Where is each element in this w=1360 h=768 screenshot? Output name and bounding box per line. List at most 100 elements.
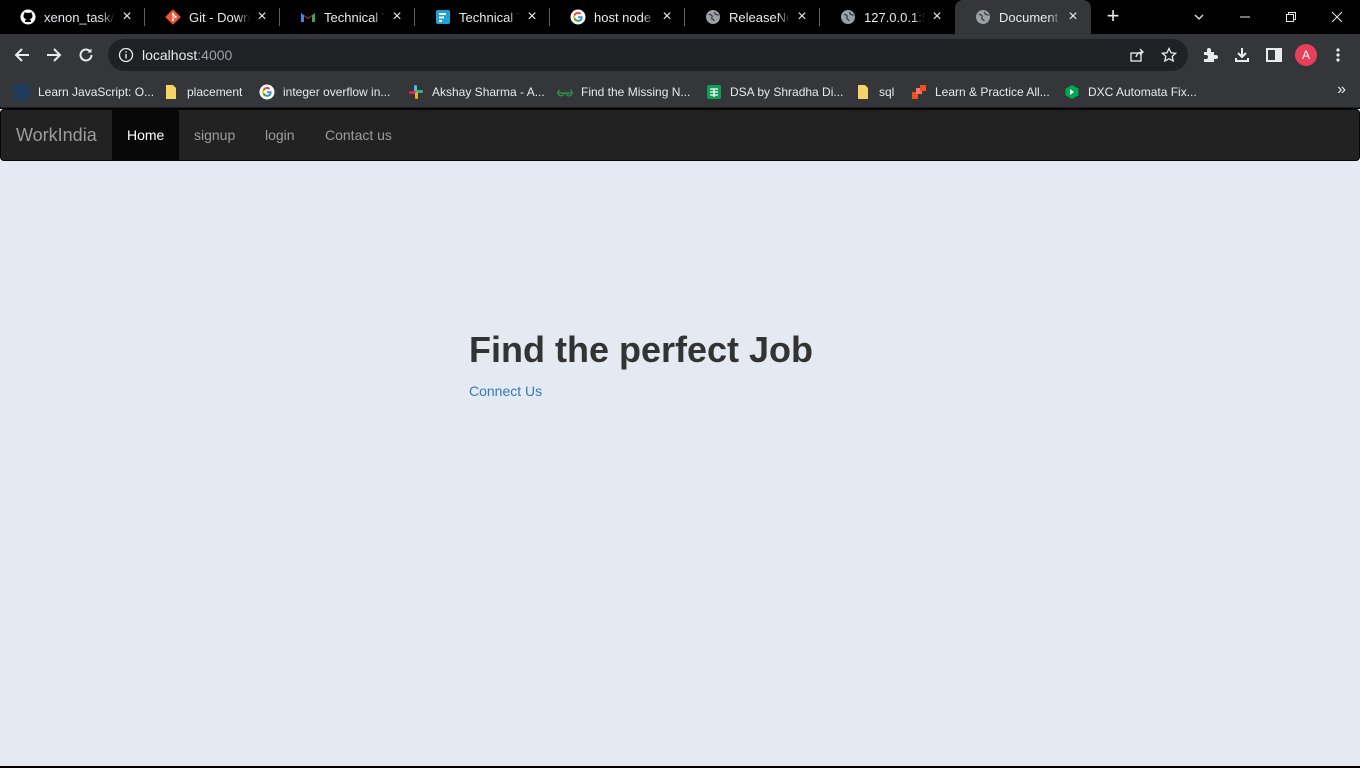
nav-home[interactable]: Home bbox=[112, 110, 180, 160]
back-button[interactable] bbox=[6, 39, 38, 71]
bookmark-item[interactable]: Learn & Practice All... bbox=[911, 81, 1050, 103]
more-bookmarks-icon[interactable]: » bbox=[1337, 81, 1346, 99]
browser-tab[interactable]: Git - Downlo × bbox=[145, 0, 280, 34]
url-port: :4000 bbox=[197, 47, 233, 63]
bookmark-item[interactable]: integer overflow in... bbox=[259, 81, 390, 103]
bookmark-item[interactable]: Akshay Sharma - A... bbox=[408, 81, 545, 103]
nav-contact-us[interactable]: Contact us bbox=[310, 110, 407, 160]
bookmark-star-icon[interactable] bbox=[1161, 47, 1177, 63]
tab-title: Technical Tas bbox=[459, 9, 520, 25]
tab-strip: xenon_task/r × Git - Downlo × Technical … bbox=[0, 0, 1360, 34]
dxc-icon bbox=[1064, 84, 1080, 100]
browser-tab[interactable]: host node ap × bbox=[550, 0, 685, 34]
close-window-icon[interactable] bbox=[1314, 0, 1360, 34]
tab-search-icon[interactable] bbox=[1176, 0, 1222, 34]
bookmark-label: Akshay Sharma - A... bbox=[432, 85, 545, 99]
globe-icon bbox=[975, 9, 991, 25]
google-icon bbox=[570, 9, 586, 25]
bookmark-item[interactable]: Find the Missing N... bbox=[557, 81, 690, 103]
close-icon[interactable]: × bbox=[254, 9, 270, 25]
close-icon[interactable]: × bbox=[929, 9, 945, 25]
close-icon[interactable]: × bbox=[119, 9, 135, 25]
bookmark-label: Learn & Practice All... bbox=[935, 85, 1050, 99]
bookmark-label: integer overflow in... bbox=[283, 85, 391, 99]
bookmark-label: sql bbox=[879, 85, 895, 99]
profile-button[interactable]: A bbox=[1290, 39, 1322, 71]
bookmark-label: placement bbox=[187, 85, 243, 99]
bookmark-label: Find the Missing N... bbox=[581, 85, 691, 99]
info-icon[interactable] bbox=[118, 47, 134, 63]
browser-tab[interactable]: Technical Tas × bbox=[415, 0, 550, 34]
close-icon[interactable]: × bbox=[524, 9, 540, 25]
gmail-icon bbox=[300, 9, 316, 25]
reload-icon bbox=[79, 48, 93, 62]
puzzle-icon bbox=[1204, 48, 1218, 62]
git-icon bbox=[165, 9, 181, 25]
site-brand[interactable]: WorkIndia bbox=[16, 125, 97, 146]
browser-tab[interactable]: ReleaseNote × bbox=[685, 0, 820, 34]
side-panel-button[interactable] bbox=[1258, 39, 1290, 71]
google-icon bbox=[259, 84, 275, 100]
tab-title: Document bbox=[999, 9, 1059, 25]
github-icon bbox=[20, 9, 36, 25]
close-icon[interactable]: × bbox=[1065, 9, 1081, 25]
extensions-button[interactable] bbox=[1194, 39, 1226, 71]
forward-button[interactable] bbox=[38, 39, 70, 71]
tab-title: Technical Tas bbox=[324, 9, 385, 25]
avatar: A bbox=[1295, 44, 1317, 66]
tab-title: host node ap bbox=[594, 9, 655, 25]
bookmark-item[interactable]: sql bbox=[855, 81, 894, 103]
nav-login[interactable]: login bbox=[250, 110, 310, 160]
codecademy-icon bbox=[14, 84, 30, 100]
close-icon[interactable]: × bbox=[794, 9, 810, 25]
browser-tab[interactable]: 127.0.0.1:57( × bbox=[820, 0, 955, 34]
minimize-icon[interactable] bbox=[1222, 0, 1268, 34]
page-viewport: WorkIndia Home signup login Contact us F… bbox=[0, 109, 1360, 766]
download-icon bbox=[1235, 48, 1249, 62]
slack-icon bbox=[408, 84, 424, 100]
bookmarks-bar: Learn JavaScript: O... placement integer… bbox=[0, 76, 1360, 108]
close-icon[interactable]: × bbox=[389, 9, 405, 25]
back-arrow-icon bbox=[14, 48, 29, 62]
bookmark-label: Learn JavaScript: O... bbox=[38, 85, 155, 99]
bookmark-item[interactable]: placement bbox=[163, 81, 242, 103]
forms-icon bbox=[435, 9, 451, 25]
restore-icon[interactable] bbox=[1268, 0, 1314, 34]
browser-tab[interactable]: xenon_task/r × bbox=[0, 0, 145, 34]
new-tab-button[interactable]: + bbox=[1101, 5, 1125, 29]
downloads-button[interactable] bbox=[1226, 39, 1258, 71]
share-icon[interactable] bbox=[1129, 47, 1145, 63]
url-text[interactable]: localhost:4000 bbox=[142, 47, 232, 63]
site-navbar: WorkIndia Home signup login Contact us bbox=[0, 109, 1360, 161]
hero-title: Find the perfect Job bbox=[469, 329, 814, 370]
tab-title: ReleaseNote bbox=[729, 9, 790, 25]
bookmark-item[interactable]: DXC Automata Fix... bbox=[1064, 81, 1197, 103]
side-panel-icon bbox=[1266, 48, 1282, 62]
globe-icon bbox=[840, 9, 856, 25]
globe-icon bbox=[705, 9, 721, 25]
tab-title: Git - Downlo bbox=[189, 9, 250, 25]
tab-title: 127.0.0.1:57( bbox=[864, 9, 925, 25]
browser-tab-active[interactable]: Document × bbox=[955, 0, 1091, 34]
browser-tab[interactable]: Technical Tas × bbox=[280, 0, 415, 34]
browser-toolbar: localhost:4000 A bbox=[0, 34, 1360, 76]
connect-us-link[interactable]: Connect Us bbox=[469, 383, 542, 399]
gfg-icon bbox=[557, 84, 573, 100]
folder-icon bbox=[163, 84, 179, 100]
bookmark-label: DSA by Shradha Di... bbox=[730, 85, 844, 99]
reload-button[interactable] bbox=[70, 39, 102, 71]
bookmark-label: DXC Automata Fix... bbox=[1088, 85, 1197, 99]
close-icon[interactable]: × bbox=[659, 9, 675, 25]
code-icon bbox=[911, 84, 927, 100]
menu-button[interactable] bbox=[1322, 39, 1354, 71]
bookmark-item[interactable]: DSA by Shradha Di... bbox=[706, 81, 843, 103]
sheets-icon bbox=[706, 84, 722, 100]
forward-arrow-icon bbox=[47, 48, 62, 62]
kebab-menu-icon bbox=[1336, 48, 1340, 62]
bookmark-item[interactable]: Learn JavaScript: O... bbox=[14, 81, 154, 103]
url-host: localhost bbox=[142, 47, 198, 63]
address-bar[interactable]: localhost:4000 bbox=[108, 39, 1188, 71]
folder-icon bbox=[855, 84, 871, 100]
tab-title: xenon_task/r bbox=[44, 9, 115, 25]
nav-signup[interactable]: signup bbox=[179, 110, 250, 160]
